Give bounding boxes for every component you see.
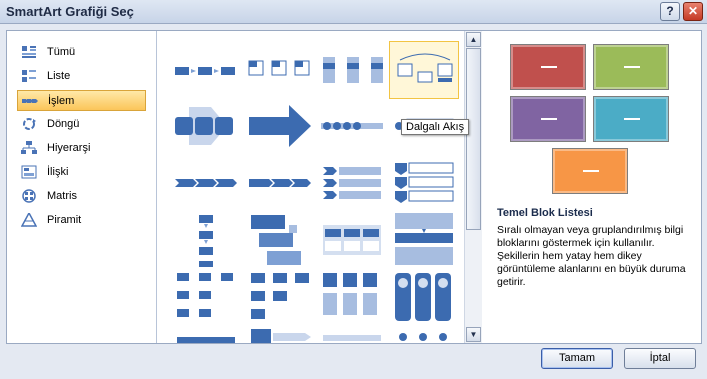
layout-thumbnail-accent-process[interactable] <box>171 97 241 155</box>
all-grid-icon <box>22 46 36 58</box>
category-label: İlişki <box>47 166 69 178</box>
help-button[interactable]: ? <box>660 2 680 21</box>
close-button[interactable]: ✕ <box>683 2 703 21</box>
dialog-content: Tümü Liste İşlem Döngü Hiyerarşi İlişki … <box>6 30 702 344</box>
layout-thumbnail-basic-process[interactable] <box>171 41 241 99</box>
layout-thumbnail-detailed-process[interactable] <box>317 269 387 327</box>
preview-block-green <box>593 44 669 90</box>
layout-thumbnail-segmented-process[interactable] <box>389 211 459 269</box>
hierarchy-icon <box>21 141 37 154</box>
preview-title: Temel Blok Listesi <box>497 207 593 219</box>
category-item-all[interactable]: Tümü <box>17 42 146 63</box>
layout-thumbnail-circle-process[interactable] <box>317 97 387 155</box>
category-label: Döngü <box>47 118 80 130</box>
category-item-matrix[interactable]: Matris <box>17 186 146 207</box>
layout-thumbnail-row6-d[interactable] <box>389 327 459 343</box>
category-label: Liste <box>47 70 71 82</box>
layout-thumbnail-row6-b[interactable] <box>245 327 315 343</box>
category-item-cycle[interactable]: Döngü <box>17 114 146 135</box>
layout-thumbnail-chevron-list[interactable] <box>171 153 241 211</box>
category-item-process[interactable]: İşlem <box>17 90 146 111</box>
window-title: SmartArt Grafiği Seç <box>6 4 134 19</box>
category-label: Tümü <box>47 46 76 58</box>
category-item-hierarchy[interactable]: Hiyerarşi <box>17 138 146 159</box>
layout-thumbnail-closed-chevron[interactable] <box>245 153 315 211</box>
list-icon <box>22 70 36 82</box>
scroll-up-button[interactable]: ▲ <box>466 32 481 47</box>
pyramid-icon <box>21 213 37 227</box>
matrix-icon <box>22 189 36 203</box>
layout-thumbnail-vertical-chevron-list[interactable] <box>389 153 459 211</box>
layout-thumbnail-row6-a[interactable] <box>171 327 241 343</box>
category-item-list[interactable]: Liste <box>17 66 146 87</box>
layout-thumbnail-step-process[interactable] <box>245 41 315 99</box>
layout-thumbnail-circle-accent[interactable] <box>389 269 459 327</box>
layout-thumbnail-vertical-process[interactable] <box>171 211 241 269</box>
category-list: Tümü Liste İşlem Döngü Hiyerarşi İlişki … <box>7 31 157 343</box>
layout-thumbnail-vertical-chevron[interactable] <box>317 153 387 211</box>
layout-tooltip: Dalgalı Akış <box>401 119 470 135</box>
process-icon <box>22 99 38 103</box>
layout-thumbnail-row6-c[interactable] <box>317 327 387 343</box>
category-label: Piramit <box>47 214 82 226</box>
category-label: Hiyerarşi <box>47 142 91 154</box>
preview-panel: Temel Blok Listesi Sıralı olmayan veya g… <box>483 31 701 343</box>
preview-block-teal <box>593 96 669 142</box>
layout-thumbnail-wave-flow[interactable] <box>389 41 459 99</box>
title-bar: SmartArt Grafiği Seç ? ✕ <box>0 0 707 24</box>
category-item-pyramid[interactable]: Piramit <box>17 210 146 231</box>
preview-block-orange <box>552 148 628 194</box>
cycle-icon <box>23 118 36 130</box>
ok-button[interactable]: Tamam <box>541 348 613 369</box>
layout-thumbnail-staggered-process[interactable] <box>245 211 315 269</box>
layout-thumbnail-descending-process[interactable] <box>171 269 241 327</box>
relationship-icon <box>21 165 37 179</box>
layout-thumbnail-block-arrow[interactable] <box>245 97 315 155</box>
scroll-down-button[interactable]: ▼ <box>466 327 481 342</box>
cancel-button[interactable]: İptal <box>624 348 696 369</box>
preview-block-purple <box>510 96 586 142</box>
category-label: İşlem <box>48 95 75 107</box>
preview-description: Sıralı olmayan veya gruplandırılmış bilg… <box>497 224 686 288</box>
category-item-relationship[interactable]: İlişki <box>17 162 146 183</box>
layout-gallery <box>157 31 463 343</box>
layout-thumbnail-basic-timeline[interactable] <box>317 211 387 269</box>
layout-thumbnail-repeating-bending[interactable] <box>245 269 315 327</box>
preview-block-red <box>510 44 586 90</box>
category-label: Matris <box>47 190 77 202</box>
scroll-thumb[interactable] <box>466 48 481 230</box>
layout-thumbnail-stacked-process[interactable] <box>317 41 387 99</box>
gallery-scrollbar[interactable]: ▲ ▼ <box>464 31 482 343</box>
